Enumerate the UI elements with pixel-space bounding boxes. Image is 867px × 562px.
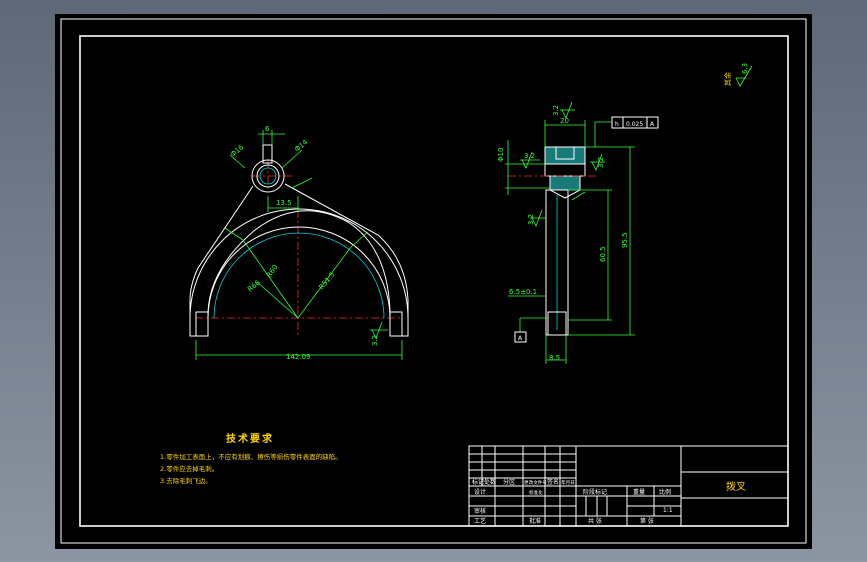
title-block-label-date: 年月日 xyxy=(561,479,575,486)
title-block-label-zone: 分区 xyxy=(503,478,515,486)
tolerance-datum: A xyxy=(650,121,655,128)
title-block-label-process: 工艺 xyxy=(474,517,486,525)
title-block-label-approve: 批准 xyxy=(529,517,541,525)
dim-radius-r51: R51.5 xyxy=(317,270,336,291)
roughness-note-value: 6.3 xyxy=(741,63,749,74)
title-block-label-sheet-no: 第 张 xyxy=(640,517,654,525)
tech-requirement-3: 3.去除毛刺飞边。 xyxy=(160,476,212,485)
title-block-label-scale: 比例 xyxy=(659,488,671,496)
dim-roughness-right: 3.2 xyxy=(371,335,379,346)
datum-label: A xyxy=(518,335,523,342)
tolerance-symbol: h xyxy=(615,121,619,128)
dim-side-bottom: 8.5 xyxy=(549,354,560,362)
dim-fork-bore-dia: Φ14 xyxy=(293,138,310,154)
dim-fork-small-dia: Φ16 xyxy=(229,143,246,159)
title-block-label-weight: 重量 xyxy=(633,488,645,496)
dim-side-length-total: 95.5 xyxy=(621,232,629,248)
tech-requirements-title: 技术要求 xyxy=(226,432,274,445)
title-block-part-name: 拨叉 xyxy=(726,480,746,493)
dim-radius-r66: R66 xyxy=(246,278,262,293)
title-block-label-change-doc: 更改文件号 xyxy=(524,479,547,486)
dim-side-thickness: 6.5±0.1 xyxy=(509,288,537,296)
dim-pin-offset: 13.5 xyxy=(276,199,292,207)
tech-requirement-2: 2.零件应去掉毛刺。 xyxy=(160,464,218,473)
dim-side-roughness-stem: 3.2 xyxy=(527,214,535,225)
title-block-label-count: 处数 xyxy=(484,478,496,486)
title-block-label-stage: 阶段标记 xyxy=(583,488,607,496)
tech-requirement-1: 1.零件加工表面上，不应有划痕、擦伤等损伤零件表面的缺陷。 xyxy=(160,452,342,461)
title-block-scale-value: 1:1 xyxy=(663,507,673,514)
tolerance-value: 0.025 xyxy=(626,121,643,128)
dim-side-bore: Φ10 xyxy=(497,148,505,162)
dim-top-width: 6 xyxy=(265,125,270,133)
engineering-drawing: 6 Φ16 Φ14 13.5 R60 R66 R51.5 142.09 3.2 xyxy=(60,18,807,544)
title-block-label-sheets-total: 共 张 xyxy=(588,517,602,525)
dim-side-roughness-top: 3.2 xyxy=(552,105,560,116)
title-block-label-review: 审核 xyxy=(474,507,486,515)
title-block-label-mark: 标记 xyxy=(472,478,484,486)
title-block-label-sign: 签名 xyxy=(547,478,559,486)
dim-side-length: 60.5 xyxy=(599,246,607,262)
dim-side-roughness-left: 3.2 xyxy=(524,152,535,160)
side-view xyxy=(505,101,659,364)
title-block-label-standardize: 标准化 xyxy=(529,489,543,496)
front-view xyxy=(189,130,409,360)
dim-radius-r60: R60 xyxy=(265,263,279,279)
dim-side-width: 20 xyxy=(560,117,569,125)
dim-span-width: 142.09 xyxy=(286,353,311,361)
title-block-label-design: 设计 xyxy=(474,488,486,496)
roughness-note-label: 其余 xyxy=(723,72,732,86)
dim-side-roughness-right: 3.2 xyxy=(597,157,605,168)
